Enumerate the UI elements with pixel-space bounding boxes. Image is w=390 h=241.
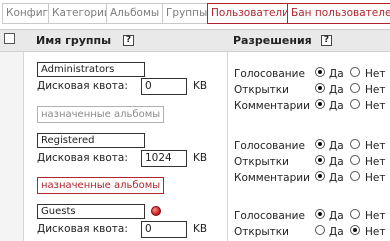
radio-voting-yes[interactable]: [315, 67, 325, 77]
quota-label: Дисковая квота:: [37, 223, 128, 235]
perm-voting-label: Голосование: [234, 68, 305, 80]
radio-yes-label: Да: [329, 210, 344, 222]
quota-unit: KB: [193, 223, 208, 235]
radio-yes-label: Да: [329, 100, 344, 112]
tab-groups[interactable]: Группы: [162, 3, 212, 24]
radio-ecards-no[interactable]: [350, 155, 360, 165]
radio-comments-no[interactable]: [350, 171, 360, 181]
quota-input[interactable]: 0: [141, 78, 187, 95]
radio-comments-yes[interactable]: [315, 99, 325, 109]
radio-yes-label: Да: [329, 140, 344, 152]
radio-no-label: Нет: [365, 68, 386, 80]
quota-label: Дисковая квота:: [37, 152, 128, 164]
radio-yes-label: Да: [329, 84, 344, 96]
perm-voting-label: Голосование: [234, 140, 305, 152]
radio-ecards-yes[interactable]: [315, 155, 325, 165]
quota-label: Дисковая квота:: [37, 80, 128, 92]
radio-voting-yes[interactable]: [315, 209, 325, 219]
radio-no-label: Нет: [365, 226, 386, 238]
quota-unit: KB: [193, 152, 208, 164]
admin-tabs: Конфиг Категории Альбомы Группы Пользова…: [0, 0, 390, 25]
tab-users[interactable]: Пользователи: [207, 3, 293, 24]
radio-ecards-yes[interactable]: [315, 83, 325, 93]
header-permissions: Разрешения: [233, 34, 312, 47]
radio-yes-label: Да: [329, 172, 344, 184]
column-divider: [23, 52, 24, 241]
tab-categories[interactable]: Категории: [48, 3, 115, 24]
tab-albums[interactable]: Альбомы: [106, 3, 164, 24]
radio-no-label: Нет: [365, 210, 386, 222]
radio-yes-label: Да: [329, 68, 344, 80]
radio-no-label: Нет: [365, 100, 386, 112]
radio-voting-no[interactable]: [350, 209, 360, 219]
help-icon[interactable]: ?: [321, 35, 332, 46]
radio-yes-label: Да: [329, 226, 344, 238]
perm-ecards-label: Открытки: [234, 226, 289, 238]
quota-input[interactable]: 0: [141, 221, 187, 238]
perm-comments-label: Комментарии: [234, 172, 310, 184]
header-group-name: Имя группы: [36, 34, 112, 47]
help-icon[interactable]: ?: [123, 35, 134, 46]
radio-voting-no[interactable]: [350, 139, 360, 149]
perm-voting-label: Голосование: [234, 210, 305, 222]
radio-ecards-yes[interactable]: [315, 225, 325, 235]
radio-no-label: Нет: [365, 84, 386, 96]
quota-input[interactable]: 1024: [141, 150, 187, 167]
perm-ecards-label: Открытки: [234, 84, 289, 96]
assigned-albums-button[interactable]: назначенные альбомы: [37, 106, 165, 123]
column-divider: [227, 52, 228, 241]
delete-group-icon[interactable]: [151, 206, 161, 216]
radio-comments-no[interactable]: [350, 99, 360, 109]
perm-comments-label: Комментарии: [234, 100, 310, 112]
select-all-checkbox[interactable]: [4, 33, 15, 44]
perm-ecards-label: Открытки: [234, 156, 289, 168]
radio-ecards-no[interactable]: [350, 83, 360, 93]
radio-comments-yes[interactable]: [315, 171, 325, 181]
group-name-field[interactable]: Guests: [37, 204, 145, 219]
radio-no-label: Нет: [365, 156, 386, 168]
tab-config[interactable]: Конфиг: [2, 3, 53, 24]
group-name-field[interactable]: Registered: [37, 133, 145, 148]
radio-ecards-no[interactable]: [350, 225, 360, 235]
radio-voting-no[interactable]: [350, 67, 360, 77]
assigned-albums-button[interactable]: назначенные альбомы: [37, 177, 165, 194]
radio-voting-yes[interactable]: [315, 139, 325, 149]
quota-unit: KB: [193, 80, 208, 92]
group-name-field[interactable]: Administrators: [37, 62, 145, 77]
radio-no-label: Нет: [365, 140, 386, 152]
checkbox-column: [0, 52, 23, 241]
radio-yes-label: Да: [329, 156, 344, 168]
radio-no-label: Нет: [365, 172, 386, 184]
tab-ban-users[interactable]: Бан пользователей: [287, 3, 390, 24]
